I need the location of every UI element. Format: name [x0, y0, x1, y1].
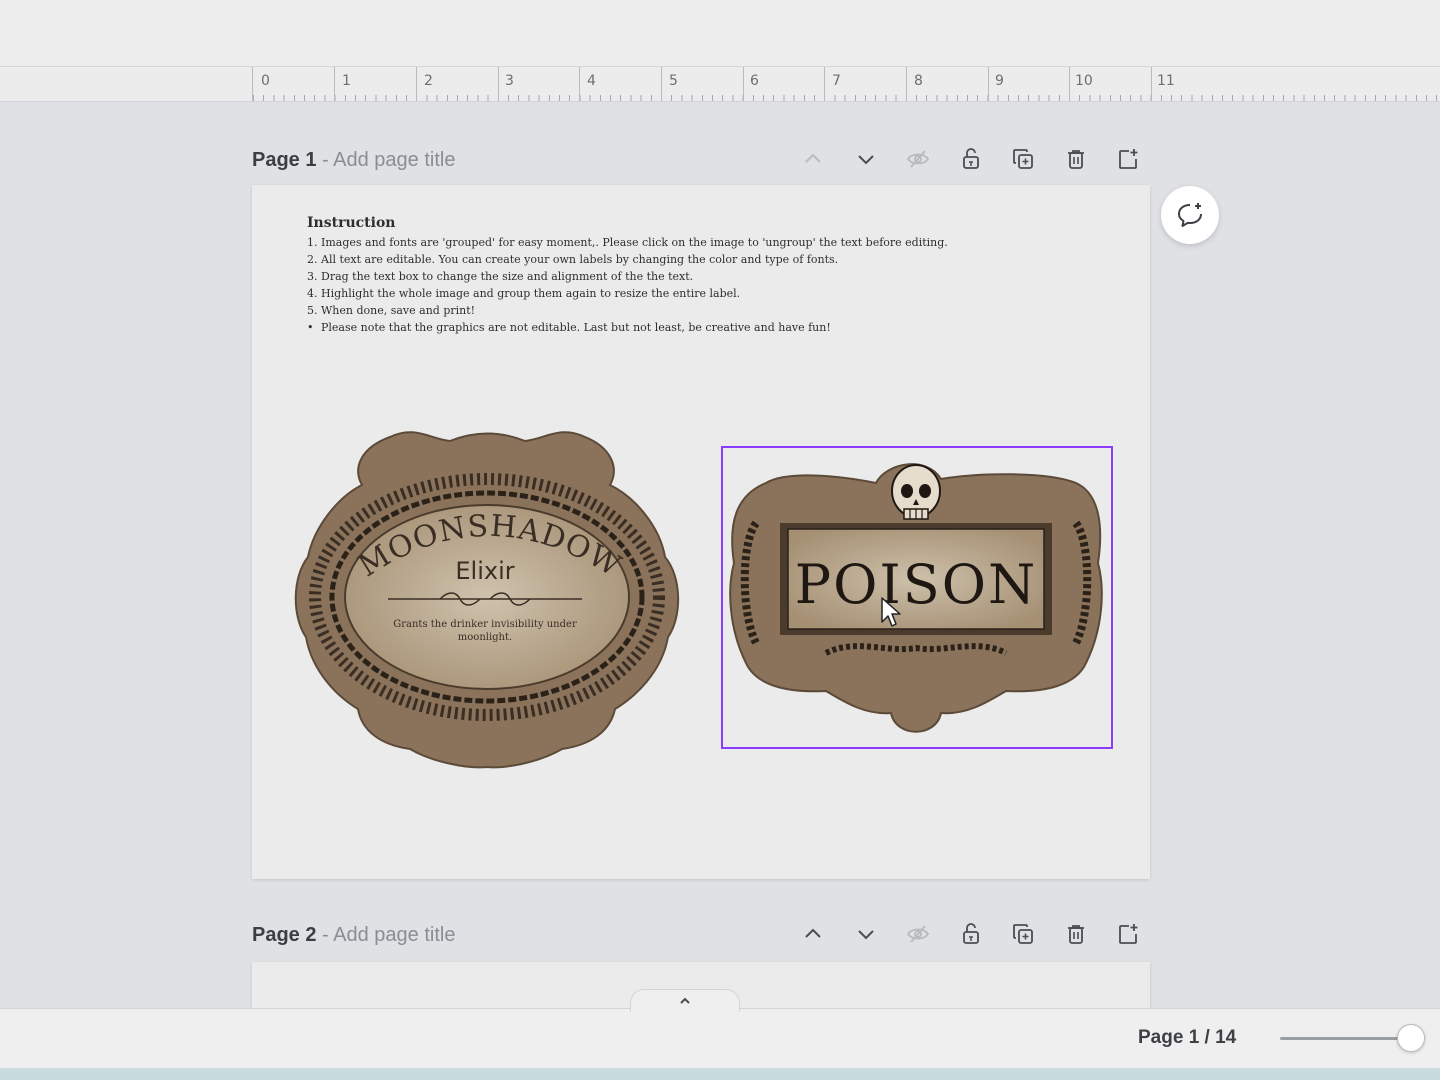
ruler-number: 10 — [1075, 73, 1093, 89]
ruler-major-tick — [334, 67, 335, 101]
lock-open-icon — [963, 923, 979, 944]
ruler-number: 9 — [995, 73, 1004, 89]
add-page-icon — [1119, 149, 1138, 169]
move-page-up-button[interactable] — [797, 918, 829, 950]
page-number-label: Page 2 — [252, 924, 317, 946]
ruler-number: 0 — [261, 73, 270, 89]
chevron-up-icon — [805, 153, 821, 163]
delete-page-button[interactable] — [1060, 918, 1092, 950]
page-1-header: Page 1 - Add page title — [252, 139, 1150, 179]
ruler-major-tick — [579, 67, 580, 101]
duplicate-icon — [1013, 924, 1033, 944]
instruction-item: • Please note that the graphics are not e… — [307, 321, 831, 334]
page-2-title[interactable]: Page 2 - Add page title — [252, 924, 455, 947]
ruler-major-tick — [906, 67, 907, 101]
ruler-number: 7 — [832, 73, 841, 89]
expand-pages-button[interactable] — [630, 989, 740, 1012]
ruler-number: 3 — [505, 73, 514, 89]
ruler-major-tick — [743, 67, 744, 101]
moonshadow-description-line-2: moonlight. — [458, 632, 512, 643]
ruler-major-tick — [661, 67, 662, 101]
ruler-number: 5 — [669, 73, 678, 89]
title-separator: - — [316, 924, 334, 946]
move-page-up-button[interactable] — [797, 143, 829, 175]
eye-hidden-icon — [906, 925, 930, 943]
moonshadow-subtitle: Elixir — [455, 557, 514, 585]
add-comment-button[interactable] — [1161, 186, 1219, 244]
moonshadow-description: Grants the drinker invisibility under — [393, 619, 577, 630]
lock-page-button[interactable] — [955, 918, 987, 950]
page-indicator-button[interactable]: Page 1 / 14 — [1138, 1027, 1236, 1049]
duplicate-page-button[interactable] — [1007, 918, 1039, 950]
page-number-label: Page 1 — [252, 149, 317, 171]
mouse-cursor-icon — [881, 597, 901, 627]
title-separator: - — [316, 149, 334, 171]
ruler-number: 4 — [587, 73, 596, 89]
trash-icon — [1068, 150, 1084, 169]
chevron-up-icon — [805, 928, 821, 938]
duplicate-icon — [1013, 149, 1033, 169]
ruler-major-tick — [416, 67, 417, 101]
ruler-number: 1 — [342, 73, 351, 89]
ruler-number: 11 — [1157, 73, 1175, 89]
taskbar-strip — [0, 1068, 1440, 1080]
instructions-title: Instruction — [307, 215, 396, 231]
instruction-item: 4. Highlight the whole image and group th… — [307, 287, 741, 300]
chevron-up-icon — [680, 997, 690, 1004]
ruler-major-tick — [1151, 67, 1152, 101]
add-page-button[interactable] — [1112, 143, 1144, 175]
hide-page-button[interactable] — [902, 143, 934, 175]
page-1-title[interactable]: Page 1 - Add page title — [252, 149, 455, 172]
lock-open-icon — [963, 148, 979, 169]
move-page-down-button[interactable] — [850, 918, 882, 950]
ruler-major-tick — [988, 67, 989, 101]
ruler-ticks — [253, 95, 1440, 101]
instruction-item: 2. All text are editable. You can create … — [307, 253, 839, 266]
page-title-placeholder[interactable]: Add page title — [333, 149, 455, 171]
ruler-major-tick — [1069, 67, 1070, 101]
add-page-icon — [1119, 924, 1138, 944]
ruler-number: 6 — [750, 73, 759, 89]
add-page-button[interactable] — [1112, 918, 1144, 950]
trash-icon — [1068, 925, 1084, 944]
ruler-major-tick — [824, 67, 825, 101]
ruler-number: 2 — [424, 73, 433, 89]
selection-box[interactable] — [721, 446, 1113, 749]
duplicate-page-button[interactable] — [1007, 143, 1039, 175]
horizontal-ruler: 0 1 2 3 4 5 6 7 8 9 10 11 — [0, 67, 1440, 102]
eye-hidden-icon — [906, 150, 930, 168]
delete-page-button[interactable] — [1060, 143, 1092, 175]
move-page-down-button[interactable] — [850, 143, 882, 175]
ruler-number: 8 — [914, 73, 923, 89]
instruction-item: 3. Drag the text box to change the size a… — [307, 270, 694, 283]
page-2-header: Page 2 - Add page title — [252, 914, 1150, 954]
hide-page-button[interactable] — [902, 918, 934, 950]
instructions-textbox[interactable]: Instruction 1. Images and fonts are 'grou… — [307, 215, 1067, 336]
moonshadow-label[interactable]: MOONSHADOW Elixir Grants the drinker inv… — [290, 427, 684, 773]
ruler-major-tick — [498, 67, 499, 101]
top-toolbar — [0, 0, 1440, 67]
zoom-slider-thumb[interactable] — [1397, 1024, 1425, 1052]
comment-add-icon — [1178, 203, 1202, 227]
instructions-list: 1. Images and fonts are 'grouped' for eas… — [307, 234, 1067, 336]
page-title-placeholder[interactable]: Add page title — [333, 924, 455, 946]
chevron-down-icon — [858, 930, 874, 940]
chevron-down-icon — [858, 155, 874, 165]
lock-page-button[interactable] — [955, 143, 987, 175]
instruction-item: 1. Images and fonts are 'grouped' for eas… — [307, 236, 948, 249]
instruction-item: 5. When done, save and print! — [307, 304, 476, 317]
page-1-canvas[interactable]: Instruction 1. Images and fonts are 'grou… — [252, 185, 1150, 879]
zoom-slider-track[interactable] — [1280, 1037, 1410, 1040]
ruler-scale: 0 1 2 3 4 5 6 7 8 9 10 11 — [252, 67, 1440, 101]
